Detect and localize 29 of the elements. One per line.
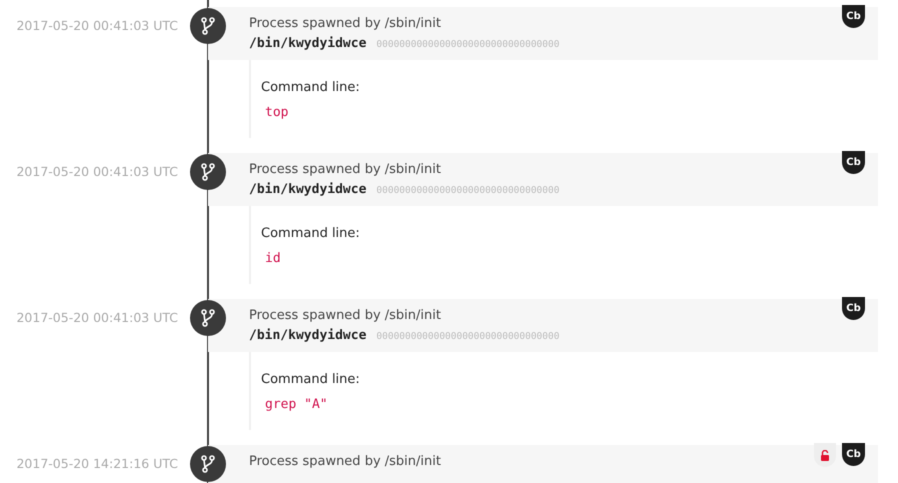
process-path: /bin/kwydyidwce bbox=[249, 36, 366, 51]
fork-icon bbox=[200, 455, 216, 473]
category-badge: Cb bbox=[842, 443, 865, 466]
process-hash: 00000000000000000000000000000000 bbox=[376, 39, 560, 50]
event-title: Process spawned by /sbin/init bbox=[249, 454, 441, 471]
event-title: Process spawned by /sbin/init bbox=[249, 16, 441, 33]
command-text: grep "A" bbox=[265, 397, 329, 412]
command-text: id bbox=[265, 251, 282, 266]
fork-icon bbox=[200, 163, 216, 181]
category-badge: Cb bbox=[842, 5, 865, 28]
event-title: Process spawned by /sbin/init bbox=[249, 308, 441, 325]
category-badge: Cb bbox=[842, 151, 865, 174]
command-label: Command line: bbox=[261, 80, 361, 97]
unlock-icon bbox=[820, 450, 830, 460]
fork-icon bbox=[200, 17, 216, 35]
command-label: Command line: bbox=[261, 372, 361, 389]
process-path: /bin/kwydyidwce bbox=[249, 182, 366, 197]
process-path: /bin/kwydyidwce bbox=[249, 328, 366, 343]
timestamp: 2017-05-20 00:41:03 UTC bbox=[16, 18, 178, 34]
timestamp: 2017-05-20 00:41:03 UTC bbox=[16, 164, 178, 180]
process-hash: 00000000000000000000000000000000 bbox=[376, 185, 560, 196]
process-hash: 00000000000000000000000000000000 bbox=[376, 331, 560, 342]
timestamp: 2017-05-20 00:41:03 UTC bbox=[16, 310, 178, 326]
command-text: top bbox=[265, 105, 290, 120]
fork-icon bbox=[200, 309, 216, 327]
event-title: Process spawned by /sbin/init bbox=[249, 162, 441, 179]
timestamp: 2017-05-20 14:21:16 UTC bbox=[16, 456, 178, 472]
category-badge: Cb bbox=[842, 297, 865, 320]
command-label: Command line: bbox=[261, 226, 361, 243]
